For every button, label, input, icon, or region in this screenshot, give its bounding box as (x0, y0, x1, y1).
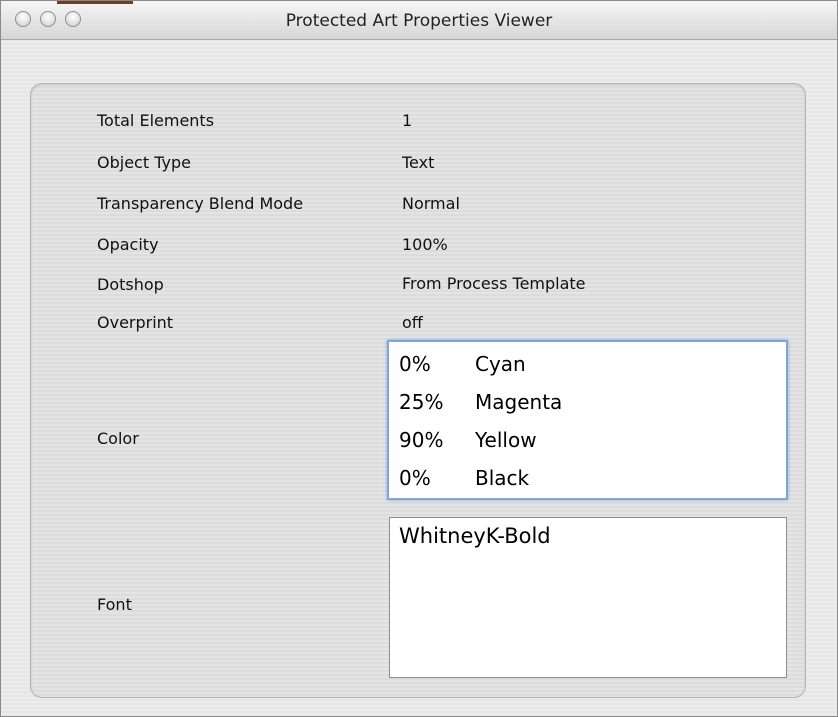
color-percent: 0% (399, 352, 431, 376)
font-label: Font (97, 595, 132, 614)
color-label: Color (97, 429, 139, 448)
title-bar[interactable]: Protected Art Properties Viewer (1, 1, 837, 40)
minimize-window-icon[interactable] (40, 11, 56, 27)
font-name-value: WhitneyK-Bold (399, 524, 551, 548)
color-percent: 90% (399, 428, 444, 452)
dotshop-label: Dotshop (97, 275, 164, 294)
color-percent: 0% (399, 466, 431, 490)
overprint-label: Overprint (97, 313, 174, 332)
opacity-value: 100% (402, 235, 448, 254)
blend-mode-value: Normal (402, 194, 460, 213)
total-elements-label: Total Elements (97, 111, 215, 130)
dotshop-value: From Process Template (402, 274, 586, 293)
window-title: Protected Art Properties Viewer (285, 11, 553, 31)
color-list[interactable]: 0% Cyan 25% Magenta 90% Yellow 0% Black (387, 340, 788, 500)
close-window-icon[interactable] (15, 11, 31, 27)
zoom-window-icon[interactable] (65, 11, 81, 27)
color-name: Black (475, 466, 530, 490)
object-type-label: Object Type (97, 153, 191, 172)
overprint-value: off (402, 313, 423, 332)
blend-mode-label: Transparency Blend Mode (97, 194, 304, 213)
color-name: Yellow (475, 428, 537, 452)
font-list[interactable]: WhitneyK-Bold (389, 517, 787, 678)
properties-window: Protected Art Properties Viewer Total El… (0, 0, 838, 717)
total-elements-value: 1 (402, 111, 413, 130)
color-name: Magenta (475, 390, 563, 414)
color-name: Cyan (475, 352, 526, 376)
opacity-label: Opacity (97, 235, 159, 254)
color-percent: 25% (399, 390, 444, 414)
object-type-value: Text (402, 153, 435, 172)
